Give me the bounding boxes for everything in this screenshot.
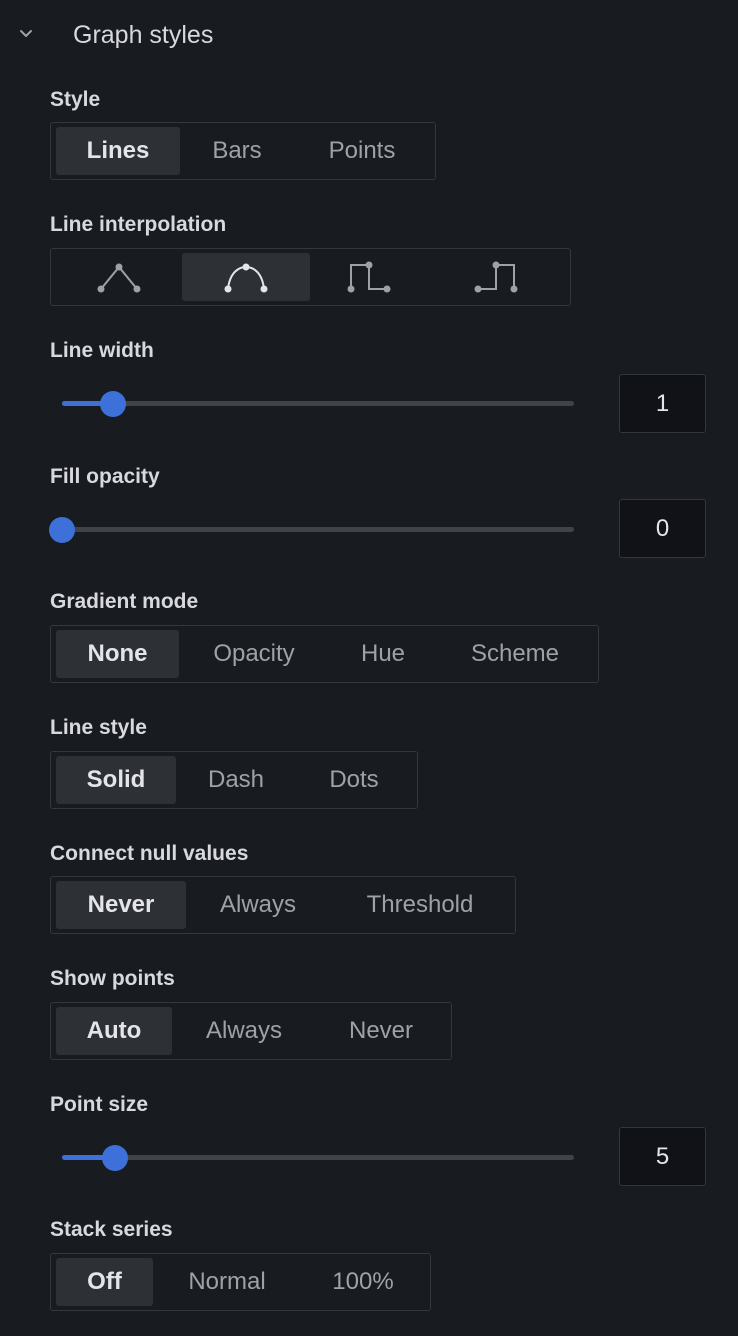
chevron-down-icon[interactable]	[18, 26, 34, 42]
show-points-option-auto[interactable]: Auto	[56, 1007, 172, 1055]
step-before-interpolation-icon	[347, 261, 391, 293]
style-radio-group: Lines Bars Points	[50, 122, 436, 180]
point-size-label: Point size	[50, 1093, 149, 1116]
linear-interpolation-icon	[97, 263, 141, 293]
interpolation-step-before-button[interactable]	[310, 253, 428, 301]
stack-series-radio-group: Off Normal 100%	[50, 1253, 431, 1311]
step-after-interpolation-icon	[474, 261, 518, 293]
gradient-mode-radio-group: None Opacity Hue Scheme	[50, 625, 599, 683]
point-size-slider[interactable]	[62, 1142, 574, 1172]
stack-series-option-normal[interactable]: Normal	[153, 1258, 301, 1306]
gradient-option-opacity[interactable]: Opacity	[179, 630, 329, 678]
line-width-label: Line width	[50, 339, 154, 362]
slider-track	[62, 527, 574, 532]
gradient-option-scheme[interactable]: Scheme	[437, 630, 593, 678]
show-points-option-always[interactable]: Always	[172, 1007, 316, 1055]
interpolation-linear-button[interactable]	[56, 253, 182, 301]
connect-null-option-threshold[interactable]: Threshold	[330, 881, 510, 929]
connect-null-values-label: Connect null values	[50, 842, 249, 865]
line-style-radio-group: Solid Dash Dots	[50, 751, 418, 809]
line-interpolation-label: Line interpolation	[50, 213, 227, 236]
line-style-option-dash[interactable]: Dash	[176, 756, 296, 804]
slider-handle[interactable]	[49, 517, 75, 543]
section-title: Graph styles	[73, 21, 214, 49]
stack-series-label: Stack series	[50, 1218, 173, 1241]
gradient-option-hue[interactable]: Hue	[329, 630, 437, 678]
connect-null-values-radio-group: Never Always Threshold	[50, 876, 516, 934]
stack-series-option-off[interactable]: Off	[56, 1258, 153, 1306]
stack-series-option-100-percent[interactable]: 100%	[301, 1258, 425, 1306]
line-style-option-dots[interactable]: Dots	[296, 756, 412, 804]
fill-opacity-input[interactable]	[619, 499, 706, 558]
gradient-mode-label: Gradient mode	[50, 590, 199, 613]
style-option-bars[interactable]: Bars	[180, 127, 294, 175]
style-option-points[interactable]: Points	[294, 127, 430, 175]
slider-handle[interactable]	[101, 1145, 128, 1171]
style-label: Style	[50, 88, 101, 111]
fill-opacity-slider[interactable]	[49, 514, 574, 544]
line-style-label: Line style	[50, 716, 147, 739]
slider-handle[interactable]	[100, 391, 127, 417]
section-header-graph-styles[interactable]: Graph styles	[0, 0, 738, 68]
style-option-lines[interactable]: Lines	[56, 127, 180, 175]
line-style-option-solid[interactable]: Solid	[56, 756, 176, 804]
line-width-input[interactable]	[619, 374, 706, 433]
smooth-interpolation-icon	[224, 263, 268, 293]
show-points-option-never[interactable]: Never	[316, 1007, 446, 1055]
point-size-input[interactable]	[619, 1127, 706, 1186]
gradient-option-none[interactable]: None	[56, 630, 179, 678]
line-interpolation-radio-group	[50, 248, 571, 306]
interpolation-step-after-button[interactable]	[428, 253, 564, 301]
show-points-radio-group: Auto Always Never	[50, 1002, 452, 1060]
connect-null-option-always[interactable]: Always	[186, 881, 330, 929]
slider-track	[62, 1155, 574, 1160]
interpolation-smooth-button[interactable]	[182, 253, 310, 301]
connect-null-option-never[interactable]: Never	[56, 881, 186, 929]
show-points-label: Show points	[50, 967, 175, 990]
slider-track	[62, 401, 574, 406]
fill-opacity-label: Fill opacity	[50, 465, 160, 488]
line-width-slider[interactable]	[62, 388, 574, 418]
